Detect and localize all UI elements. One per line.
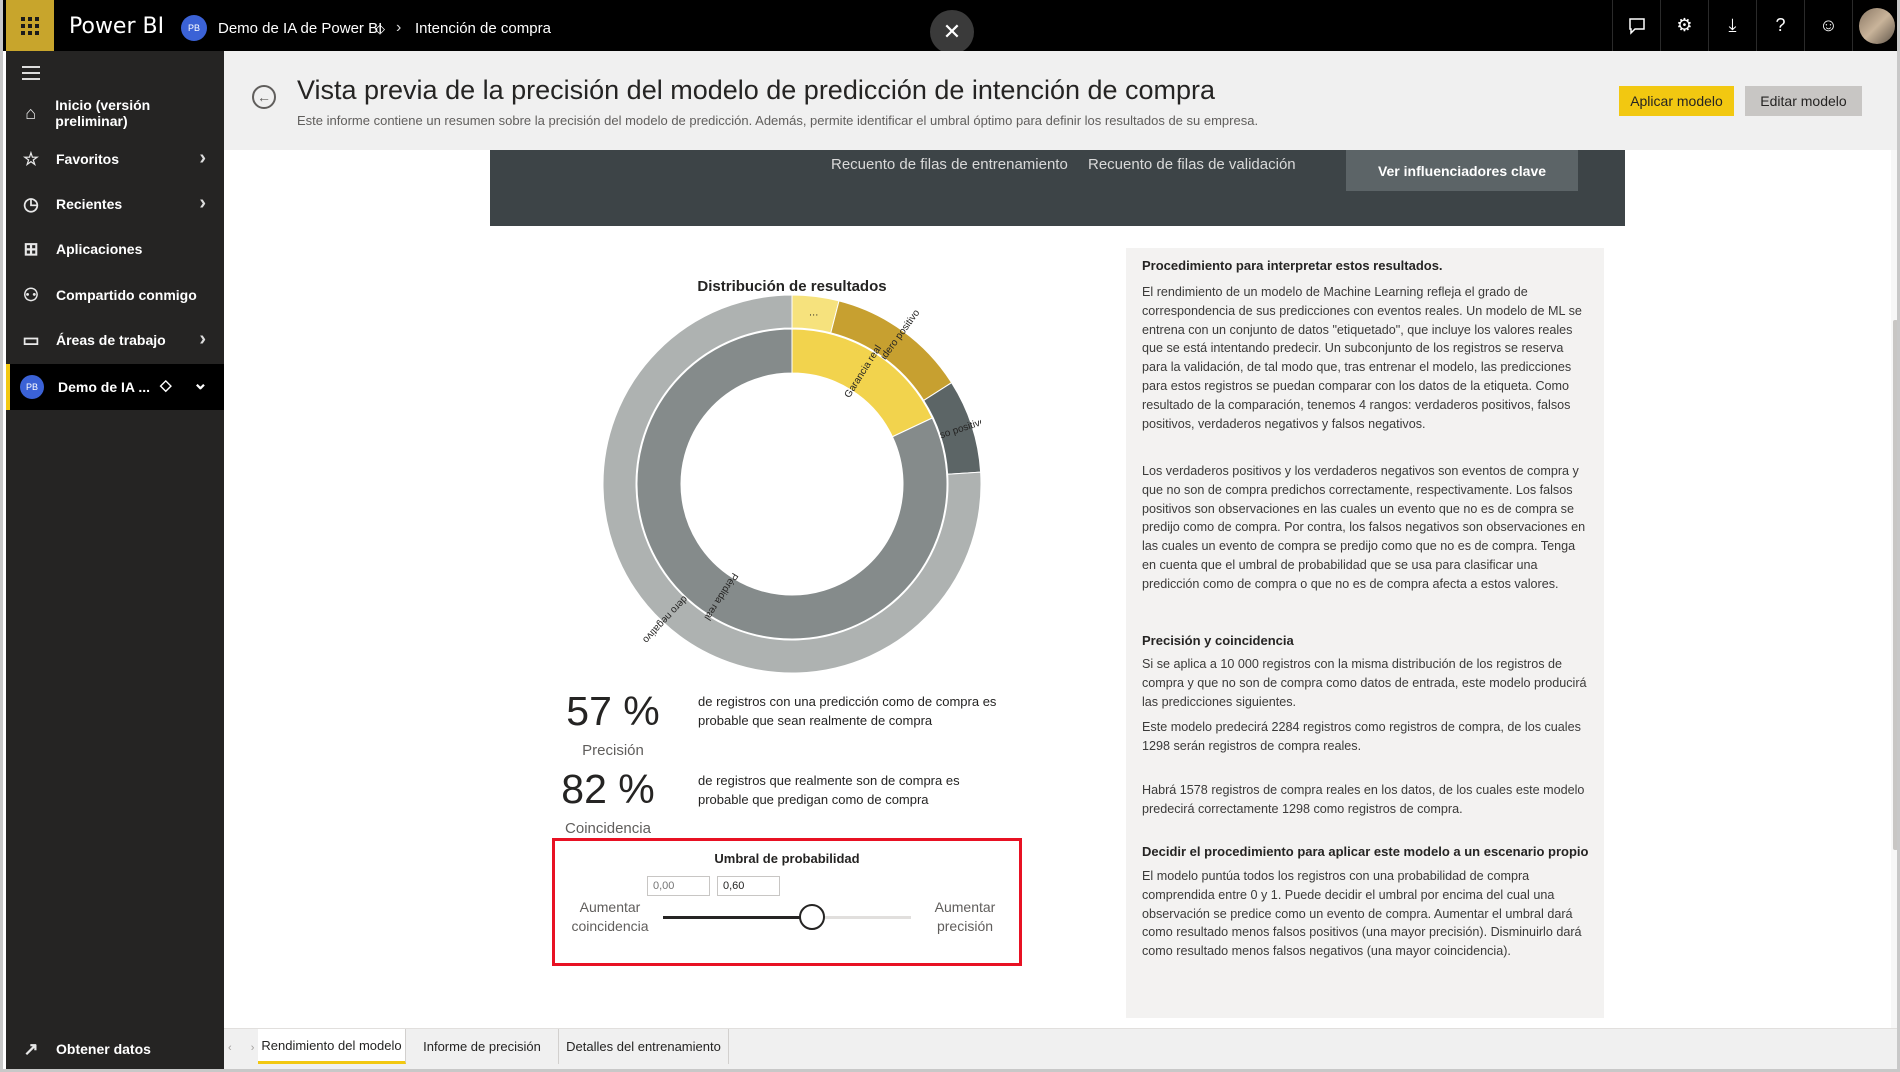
key-influencers-button[interactable]: Ver influenciadores clave xyxy=(1346,150,1578,191)
nav-item-home[interactable]: ⌂ Inicio (versión preliminar) xyxy=(6,91,224,135)
info-paragraph: El rendimiento de un modelo de Machine L… xyxy=(1142,285,1582,431)
tab-model-performance[interactable]: Rendimiento del modelo xyxy=(258,1029,406,1064)
back-arrow-icon[interactable]: ← xyxy=(252,85,276,109)
nav-item-label: Inicio (versión preliminar) xyxy=(55,97,151,129)
threshold-slider-track[interactable] xyxy=(663,904,911,930)
app-frame: Power BI PB Demo de IA de Power BI ◇ › I… xyxy=(0,0,1900,1072)
outcome-distribution-chart[interactable]: … Verdadero positivoFalso positivoVerdade… xyxy=(603,295,981,673)
precision-description: de registros con una predicción como de … xyxy=(698,694,997,728)
nav-item-label: Aplicaciones xyxy=(56,241,143,257)
precision-label: Precisión xyxy=(582,742,644,759)
info-heading-apply: Decidir el procedimiento para aplicar es… xyxy=(1142,844,1589,859)
nav-item-label: Recientes xyxy=(56,196,123,212)
apply-model-button[interactable]: Aplicar modelo xyxy=(1619,86,1734,116)
page-tabs: ‹ › Rendimiento del modelo Informe de pr… xyxy=(224,1028,1897,1069)
top-bar: Power BI PB Demo de IA de Power BI ◇ › I… xyxy=(3,0,1897,54)
info-paragraph: Si se aplica a 10 000 registros con la m… xyxy=(1142,657,1587,709)
info-paragraph: El modelo puntúa todos los registros con… xyxy=(1142,869,1582,959)
nav-item-label: Favoritos xyxy=(56,151,120,167)
page-subtitle: Este informe contiene un resumen sobre l… xyxy=(297,113,1259,128)
info-heading-interpret: Procedimiento para interpretar estos res… xyxy=(1142,258,1443,273)
premium-diamond-icon: ◇ xyxy=(375,21,385,36)
breadcrumb-report[interactable]: Intención de compra xyxy=(415,20,551,37)
threshold-title: Umbral de probabilidad xyxy=(714,851,860,866)
premium-diamond-icon: ◇ xyxy=(160,377,172,394)
edit-model-button[interactable]: Editar modelo xyxy=(1745,86,1862,116)
threshold-value-input[interactable] xyxy=(717,876,780,896)
notifications-icon[interactable] xyxy=(1612,0,1660,51)
workspaces-icon: ▭ xyxy=(22,329,40,350)
chevron-right-icon[interactable]: › xyxy=(199,328,206,351)
nav-item-current-workspace[interactable]: PB Demo de IA ... ◇ ⌄ xyxy=(6,364,224,410)
outer-ring-slice-label: … xyxy=(809,308,819,319)
training-rows-label: Recuento de filas de entrenamiento xyxy=(831,156,1068,173)
validation-rows-label: Recuento de filas de validación xyxy=(1088,156,1296,173)
recall-label: Coincidencia xyxy=(565,820,651,837)
close-icon[interactable]: ✕ xyxy=(930,10,974,54)
nav-item-workspaces[interactable]: ▭ Áreas de trabajo › xyxy=(6,318,224,362)
nav-item-label: Obtener datos xyxy=(56,1041,151,1057)
account-button[interactable] xyxy=(1852,0,1897,51)
nav-item-label: Demo de IA ... xyxy=(58,379,151,395)
chevron-right-icon[interactable]: › xyxy=(199,147,206,170)
shared-icon: ⚇ xyxy=(22,284,40,305)
waffle-icon xyxy=(21,16,39,35)
top-bar-actions: ⚙ ⤓ ? ☺ xyxy=(1612,0,1897,51)
recall-value: 82 % xyxy=(561,766,655,812)
clock-icon: ◷ xyxy=(23,193,39,214)
left-nav: ⌂ Inicio (versión preliminar) ☆ Favorito… xyxy=(6,51,224,1069)
page-title: Vista previa de la precisión del modelo … xyxy=(297,75,1216,105)
scrollbar-thumb[interactable] xyxy=(1893,320,1897,850)
tab-training-details[interactable]: Detalles del entrenamiento xyxy=(559,1029,729,1064)
apps-icon: ⊞ xyxy=(23,238,39,259)
nav-item-label: Áreas de trabajo xyxy=(56,332,166,348)
download-icon[interactable]: ⤓ xyxy=(1708,0,1756,51)
recall-description: de registros que realmente son de compra… xyxy=(698,773,960,807)
nav-item-favorites[interactable]: ☆ Favoritos › xyxy=(6,137,224,181)
app-launcher-button[interactable] xyxy=(6,0,54,51)
info-paragraph: Habrá 1578 registros de compra reales en… xyxy=(1142,783,1585,816)
breadcrumb-chevron-icon: › xyxy=(396,19,402,36)
arrow-up-right-icon: ↗ xyxy=(23,1038,39,1059)
home-icon: ⌂ xyxy=(25,102,37,123)
star-icon: ☆ xyxy=(22,148,40,169)
workspace-avatar: PB xyxy=(20,375,44,399)
tab-accuracy-report[interactable]: Informe de precisión xyxy=(406,1029,559,1064)
nav-item-label: Compartido conmigo xyxy=(56,287,197,303)
nav-item-get-data[interactable]: ↗ Obtener datos xyxy=(6,1027,224,1069)
feedback-smiley-icon[interactable]: ☺ xyxy=(1804,0,1852,51)
hamburger-menu-icon[interactable] xyxy=(22,66,40,84)
nav-item-shared[interactable]: ⚇ Compartido conmigo xyxy=(6,273,224,317)
threshold-slider-handle[interactable] xyxy=(798,904,825,930)
nav-item-apps[interactable]: ⊞ Aplicaciones xyxy=(6,227,224,271)
info-heading-precision: Precisión y coincidencia xyxy=(1142,633,1294,648)
info-paragraph: Este modelo predecirá 2284 registros com… xyxy=(1142,720,1581,753)
chart-title: Distribución de resultados xyxy=(697,278,887,295)
chevron-down-icon[interactable]: ⌄ xyxy=(193,373,208,394)
brand-name[interactable]: Power BI xyxy=(69,14,164,39)
settings-gear-icon[interactable]: ⚙ xyxy=(1660,0,1708,51)
explanation-panel: Procedimiento para interpretar estos res… xyxy=(1126,248,1604,1018)
report-header: ← Vista previa de la precisión del model… xyxy=(224,51,1897,150)
increase-recall-label: Aumentar coincidencia xyxy=(571,899,649,934)
workspace-avatar: PB xyxy=(181,15,207,41)
chevron-right-icon[interactable]: › xyxy=(199,192,206,215)
nav-item-recent[interactable]: ◷ Recientes › xyxy=(6,182,224,226)
threshold-slider-fill xyxy=(663,916,812,919)
report-canvas xyxy=(224,150,1897,1028)
threshold-min-input[interactable] xyxy=(647,876,710,896)
help-icon[interactable]: ? xyxy=(1756,0,1804,51)
probability-threshold-panel: Umbral de probabilidad Aumentar coincide… xyxy=(552,838,1022,966)
breadcrumb-workspace[interactable]: Demo de IA de Power BI xyxy=(218,20,382,37)
precision-value: 57 % xyxy=(566,688,660,734)
increase-precision-label: Aumentar precisión xyxy=(934,899,996,934)
info-paragraph: Los verdaderos positivos y los verdadero… xyxy=(1142,464,1586,591)
user-avatar xyxy=(1858,7,1895,44)
